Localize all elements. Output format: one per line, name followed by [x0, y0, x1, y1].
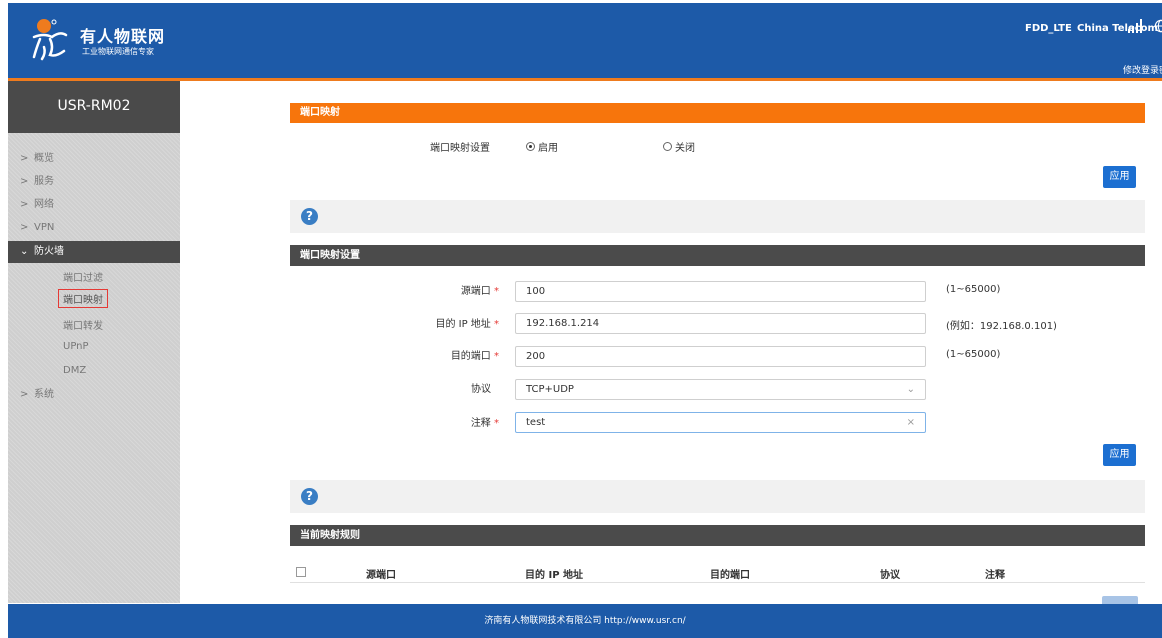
radio-disable-label: 关闭: [675, 143, 695, 154]
chevron-right-icon: >: [20, 389, 29, 400]
help-icon[interactable]: ?: [301, 208, 318, 225]
network-type: FDD_LTE: [1025, 23, 1072, 34]
chevron-right-icon: >: [20, 176, 29, 187]
comment-label: 注释 *: [470, 418, 499, 429]
radio-disable[interactable]: 关闭: [663, 139, 695, 154]
chevron-right-icon: >: [20, 222, 29, 233]
sidebar-item-label: 网络: [34, 199, 54, 210]
help-row: ?: [290, 200, 1145, 233]
sidebar-sub-port-forward[interactable]: 端口转发: [63, 317, 103, 332]
source-port-input[interactable]: 100: [515, 281, 926, 302]
column-source-port: 源端口: [366, 570, 396, 581]
sidebar: USR-RM02 > 概览 > 服务 > 网络 > VPN ⌄ 防火墙 端口过滤 端口映射…: [8, 81, 180, 603]
sidebar-sub-port-filter[interactable]: 端口过滤: [63, 269, 103, 284]
brand-tagline: 工业物联网通信专家: [82, 47, 154, 56]
sidebar-item-system[interactable]: > 系统: [8, 384, 180, 406]
footer: 济南有人物联网技术有限公司 http://www.usr.cn/: [8, 604, 1162, 638]
device-model: USR-RM02: [8, 81, 180, 133]
signal-icon: [1128, 19, 1142, 33]
help-row: ?: [290, 480, 1145, 513]
table-divider: [290, 582, 1145, 583]
partially-visible-button[interactable]: [1102, 596, 1138, 604]
clear-icon[interactable]: ×: [907, 413, 915, 433]
protocol-value: TCP+UDP: [526, 384, 574, 395]
source-port-hint: (1~65000): [946, 284, 1001, 295]
column-comment: 注释: [985, 570, 1005, 581]
top-header: 有人物联网 工业物联网通信专家 FDD_LTE China Telecom 修改…: [8, 3, 1162, 78]
chevron-down-icon: ⌄: [906, 384, 915, 395]
column-dest-port: 目的端口: [710, 570, 750, 581]
brand-name: 有人物联网: [80, 27, 166, 46]
sidebar-item-label: 服务: [34, 176, 54, 187]
port-mapping-setting-label: 端口映射设置: [430, 143, 490, 154]
dest-port-hint: (1~65000): [946, 349, 1001, 360]
column-dest-ip: 目的 IP 地址: [525, 570, 584, 581]
dest-ip-hint: (例如：192.168.0.101): [946, 321, 1057, 332]
dest-ip-input[interactable]: 192.168.1.214: [515, 313, 926, 334]
radio-enable-label: 启用: [538, 143, 558, 154]
sidebar-sub-dmz[interactable]: DMZ: [63, 365, 86, 376]
sidebar-item-vpn[interactable]: > VPN: [8, 217, 180, 239]
chevron-right-icon: >: [20, 153, 29, 164]
chevron-down-icon: ⌄: [20, 246, 29, 257]
header-accent-line: [8, 78, 1162, 81]
sidebar-item-label: 防火墙: [34, 246, 64, 257]
select-all-checkbox[interactable]: [296, 567, 306, 577]
sidebar-sub-port-mapping[interactable]: 端口映射: [58, 289, 108, 308]
protocol-label: 协议: [471, 384, 491, 395]
dest-port-label: 目的端口 *: [450, 351, 499, 362]
protocol-select[interactable]: TCP+UDP ⌄: [515, 379, 926, 400]
help-icon[interactable]: ?: [301, 488, 318, 505]
apply-button[interactable]: 应用: [1103, 166, 1136, 188]
apply-settings-button[interactable]: 应用: [1103, 444, 1136, 466]
sidebar-item-label: 概览: [34, 153, 54, 164]
sidebar-item-label: 系统: [34, 389, 54, 400]
logo-icon: [32, 19, 68, 61]
section-header-current-rules: 当前映射规则: [290, 525, 1145, 546]
radio-enable[interactable]: 启用: [526, 139, 558, 154]
sidebar-item-label: VPN: [34, 222, 55, 233]
comment-input[interactable]: test ×: [515, 412, 926, 433]
dest-port-input[interactable]: 200: [515, 346, 926, 367]
section-header-port-mapping: 端口映射: [290, 103, 1145, 123]
section-header-mapping-settings: 端口映射设置: [290, 245, 1145, 266]
language-globe-icon[interactable]: [1154, 18, 1162, 34]
sidebar-item-overview[interactable]: > 概览: [8, 148, 180, 170]
radio-unchecked-icon: [663, 142, 672, 151]
dest-ip-label: 目的 IP 地址 *: [435, 319, 499, 330]
source-port-label: 源端口 *: [460, 286, 499, 297]
sidebar-sub-upnp[interactable]: UPnP: [63, 341, 89, 352]
sidebar-item-firewall[interactable]: ⌄ 防火墙: [8, 241, 180, 263]
sidebar-item-network[interactable]: > 网络: [8, 194, 180, 216]
comment-value: test: [526, 417, 546, 428]
carrier-name: China Telecom: [1077, 23, 1158, 34]
column-protocol: 协议: [880, 570, 900, 581]
radio-checked-icon: [526, 142, 535, 151]
change-password-link[interactable]: 修改登录密: [1123, 63, 1162, 76]
sidebar-item-services[interactable]: > 服务: [8, 171, 180, 193]
chevron-right-icon: >: [20, 199, 29, 210]
